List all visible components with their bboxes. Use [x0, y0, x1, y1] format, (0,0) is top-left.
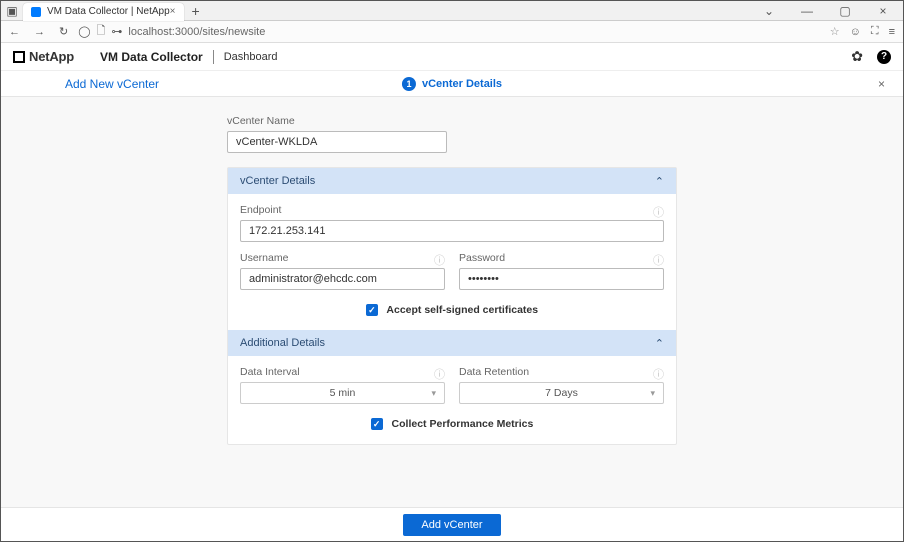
page-content: vCenter Name vCenter Details ⌃ Endpoint … — [1, 97, 903, 541]
data-interval-label: Data Interval — [240, 366, 300, 378]
panel-close-icon[interactable]: × — [878, 77, 885, 91]
brand-logo: NetApp — [13, 49, 74, 64]
vcenter-details-title: vCenter Details — [240, 175, 315, 187]
nav-reload-icon[interactable]: ↻ — [59, 25, 68, 38]
chevron-up-icon[interactable]: ⌃ — [655, 337, 664, 350]
url-text[interactable]: localhost:3000/sites/newsite — [128, 26, 823, 38]
password-info-icon[interactable]: ⓘ — [653, 252, 664, 268]
retention-info-icon[interactable]: ⓘ — [653, 366, 664, 382]
page-footer: Add vCenter — [1, 507, 903, 541]
sub-header: Add New vCenter 1 vCenter Details × — [1, 71, 903, 97]
username-label: Username — [240, 252, 288, 264]
password-label: Password — [459, 252, 505, 264]
help-icon[interactable]: ? — [877, 50, 891, 64]
additional-details-header[interactable]: Additional Details ⌃ — [228, 330, 676, 356]
breadcrumb[interactable]: Add New vCenter — [65, 77, 159, 91]
endpoint-input[interactable] — [240, 220, 664, 242]
dashboard-link[interactable]: Dashboard — [224, 51, 278, 63]
data-interval-select[interactable]: 5 min ▾ — [240, 382, 445, 404]
collect-metrics-label: Collect Performance Metrics — [392, 418, 534, 430]
additional-details-title: Additional Details — [240, 337, 325, 349]
chevron-down-icon: ▾ — [650, 388, 655, 399]
app-header: NetApp VM Data Collector Dashboard ✿ ? — [1, 43, 903, 71]
step-number-badge: 1 — [402, 77, 416, 91]
new-tab-button[interactable]: + — [192, 3, 200, 19]
vcenter-name-label: vCenter Name — [227, 115, 677, 127]
tab-favicon — [31, 7, 41, 17]
step-label: vCenter Details — [422, 78, 502, 90]
window-dropdown-icon[interactable]: ⌄ — [755, 4, 783, 18]
vcenter-name-input[interactable] — [227, 131, 447, 153]
accept-cert-checkbox[interactable]: ✓ — [366, 304, 378, 316]
data-retention-label: Data Retention — [459, 366, 529, 378]
shield-icon[interactable]: ◯ — [78, 25, 90, 38]
account-icon[interactable]: ⛶ — [871, 25, 879, 38]
browser-tab-strip: ▣ VM Data Collector | NetApp × + ⌄ — ▢ × — [1, 1, 903, 21]
chevron-up-icon[interactable]: ⌃ — [655, 175, 664, 188]
data-interval-value: 5 min — [330, 387, 356, 399]
nav-back-icon[interactable]: ← — [9, 26, 20, 38]
brand-text: NetApp — [29, 49, 74, 64]
collect-metrics-checkbox[interactable]: ✓ — [371, 418, 383, 430]
bookmark-icon[interactable]: ☆ — [830, 25, 840, 38]
interval-info-icon[interactable]: ⓘ — [434, 366, 445, 382]
data-retention-value: 7 Days — [545, 387, 578, 399]
window-close-icon[interactable]: × — [869, 4, 897, 18]
username-info-icon[interactable]: ⓘ — [434, 252, 445, 268]
browser-app-icon: ▣ — [5, 4, 19, 18]
site-info-icon[interactable]: ⊶ — [111, 25, 122, 38]
browser-tab-active[interactable]: VM Data Collector | NetApp × — [23, 3, 184, 21]
accept-cert-label: Accept self-signed certificates — [386, 304, 538, 316]
endpoint-label: Endpoint — [240, 204, 281, 216]
window-minimize-icon[interactable]: — — [793, 4, 821, 18]
netapp-logo-icon — [13, 51, 25, 63]
nav-forward-icon[interactable]: → — [34, 26, 45, 38]
tab-close-icon[interactable]: × — [170, 6, 176, 17]
tab-title: VM Data Collector | NetApp — [47, 6, 170, 17]
app-menu-icon[interactable]: ≡ — [889, 26, 895, 38]
app-title: VM Data Collector — [100, 50, 203, 64]
vcenter-details-header[interactable]: vCenter Details ⌃ — [228, 168, 676, 194]
vcenter-details-panel: vCenter Details ⌃ Endpoint ⓘ Username ⓘ — [227, 167, 677, 445]
browser-url-bar: ← → ↻ ◯ 🗋 ⊶ localhost:3000/sites/newsite… — [1, 21, 903, 43]
lock-icon[interactable]: 🗋 — [97, 22, 106, 41]
password-input[interactable] — [459, 268, 664, 290]
add-vcenter-button[interactable]: Add vCenter — [403, 514, 500, 536]
endpoint-info-icon[interactable]: ⓘ — [653, 204, 664, 220]
settings-gear-icon[interactable]: ✿ — [851, 48, 863, 65]
window-maximize-icon[interactable]: ▢ — [831, 4, 859, 18]
username-input[interactable] — [240, 268, 445, 290]
data-retention-select[interactable]: 7 Days ▾ — [459, 382, 664, 404]
chevron-down-icon: ▾ — [431, 388, 436, 399]
wizard-step: 1 vCenter Details — [402, 77, 502, 91]
header-divider — [213, 50, 214, 64]
extensions-icon[interactable]: ☺ — [850, 26, 861, 38]
